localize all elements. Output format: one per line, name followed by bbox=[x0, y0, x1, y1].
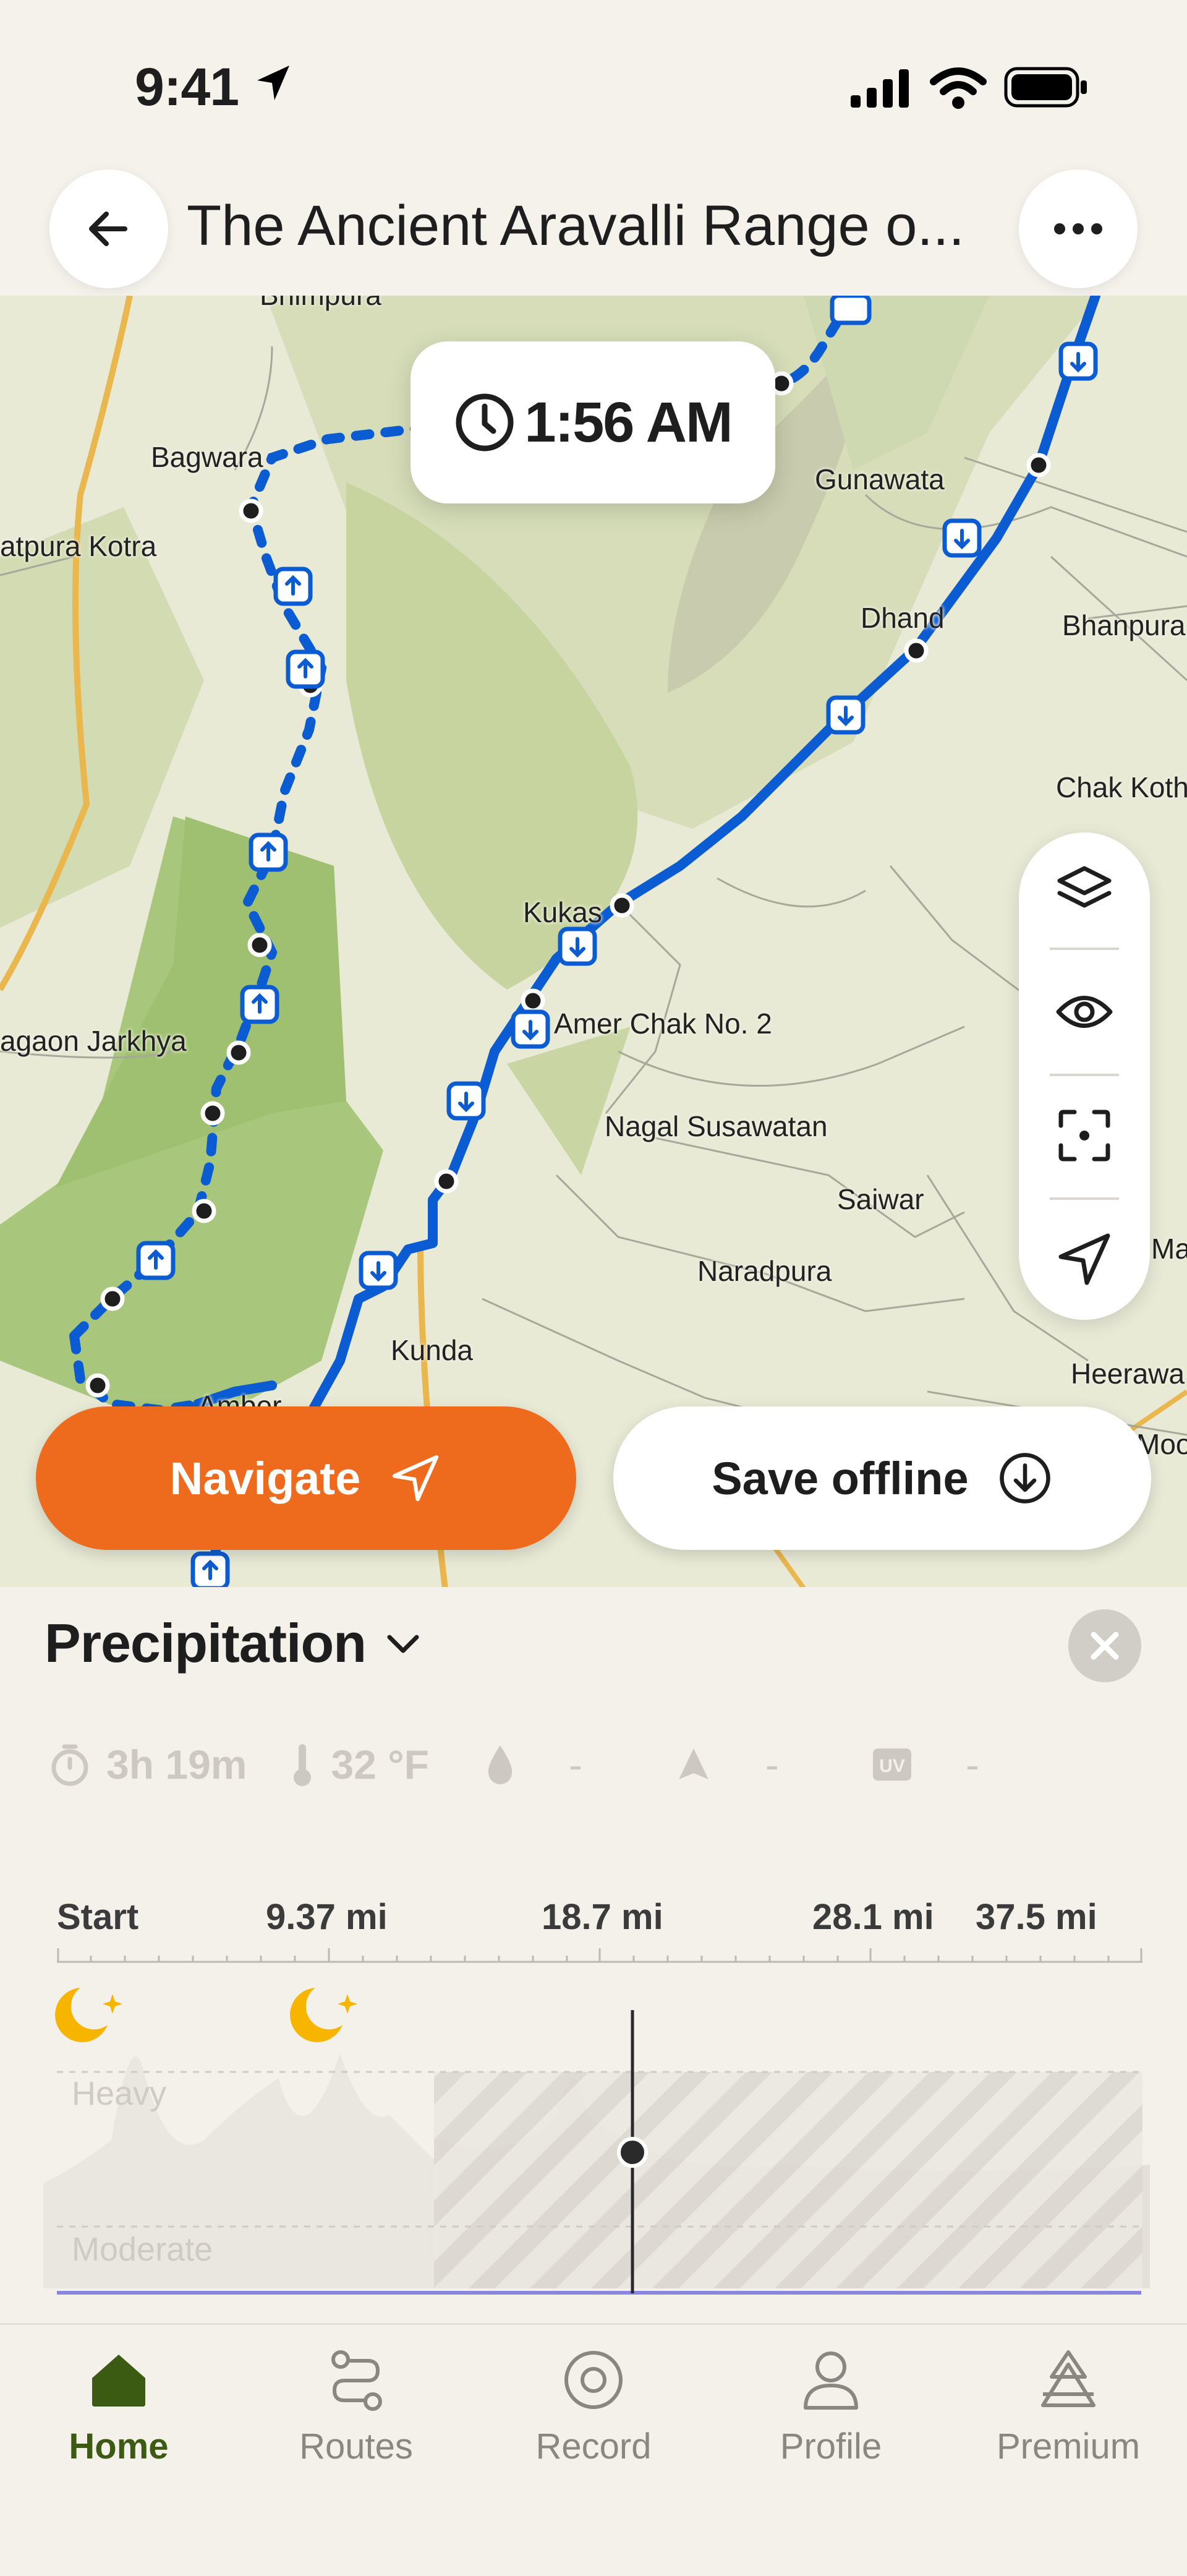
wind-stat: - bbox=[675, 1741, 779, 1788]
tab-home[interactable]: Home bbox=[0, 2332, 237, 2480]
wifi-icon bbox=[930, 67, 987, 109]
map-place-label: Kukas bbox=[523, 896, 602, 928]
save-offline-button[interactable]: Save offline bbox=[613, 1406, 1151, 1550]
clock-icon bbox=[456, 393, 514, 451]
tab-label: Premium bbox=[996, 2426, 1141, 2467]
map-place-label: Gunawata bbox=[815, 463, 945, 495]
navigate-button[interactable]: Navigate bbox=[36, 1406, 576, 1550]
tab-label: Record bbox=[535, 2426, 652, 2467]
map-place-label: Dhand bbox=[861, 602, 945, 634]
layers-button[interactable] bbox=[1019, 832, 1150, 944]
wind-arrow-icon bbox=[678, 1748, 708, 1779]
tab-label: Profile bbox=[780, 2426, 882, 2467]
more-button[interactable] bbox=[1019, 169, 1138, 288]
map-tools bbox=[1019, 832, 1150, 1320]
moon-stars-icon bbox=[55, 1988, 122, 2042]
download-circle-icon bbox=[999, 1453, 1050, 1504]
back-button[interactable] bbox=[49, 169, 168, 288]
uv-stat: UV - bbox=[872, 1741, 979, 1788]
close-panel-button[interactable] bbox=[1068, 1609, 1141, 1682]
droplet-icon bbox=[488, 1745, 513, 1784]
tab-label: Home bbox=[69, 2426, 169, 2467]
precipitation-stat: - bbox=[485, 1741, 582, 1788]
focus-frame-icon bbox=[1058, 1110, 1110, 1162]
save-offline-button-label: Save offline bbox=[712, 1452, 969, 1504]
eye-icon bbox=[1056, 996, 1113, 1028]
temperature-value: 32 °F bbox=[331, 1742, 429, 1787]
distance-label: 18.7 mi bbox=[542, 1897, 663, 1937]
thermometer-icon bbox=[294, 1744, 312, 1786]
time-pill-text: 1:56 AM bbox=[524, 390, 733, 454]
map-place-label: Bhanpura bbox=[1062, 609, 1186, 641]
tab-label: Routes bbox=[299, 2426, 413, 2467]
precipitation-value: - bbox=[568, 1742, 582, 1787]
chevron-down-icon bbox=[387, 1635, 419, 1653]
signal-icon bbox=[851, 69, 909, 108]
layers-icon bbox=[1057, 866, 1112, 908]
more-horizontal-icon bbox=[1054, 223, 1102, 234]
tab-record[interactable]: Record bbox=[475, 2332, 712, 2480]
visibility-button[interactable] bbox=[1019, 956, 1150, 1068]
wind-value: - bbox=[765, 1742, 779, 1787]
distance-ruler bbox=[57, 1948, 1142, 1963]
duration-stat: 3h 19m bbox=[49, 1741, 247, 1788]
weather-metric-selector[interactable]: Precipitation bbox=[45, 1612, 422, 1675]
map-place-label: Nagal Susawatan bbox=[605, 1110, 828, 1142]
profile-icon bbox=[804, 2351, 858, 2410]
tab-routes[interactable]: Routes bbox=[237, 2332, 475, 2480]
duration-value: 3h 19m bbox=[106, 1742, 247, 1787]
page-title: The Ancient Aravalli Range o... bbox=[187, 194, 965, 257]
stopwatch-icon bbox=[51, 1744, 88, 1786]
uv-icon: UV bbox=[872, 1748, 911, 1781]
battery-icon bbox=[1004, 67, 1087, 108]
temperature-stat: 32 °F bbox=[290, 1741, 429, 1788]
home-icon bbox=[92, 2355, 145, 2407]
map-place-label: Amer Chak No. 2 bbox=[554, 1008, 772, 1040]
arrow-left-icon bbox=[89, 212, 127, 246]
map-place-label: Heerawa bbox=[1071, 1358, 1185, 1390]
moon-stars-icon bbox=[290, 1988, 357, 2042]
navigation-arrow-icon bbox=[393, 1455, 439, 1502]
svg-text:UV: UV bbox=[879, 1756, 905, 1776]
tab-premium[interactable]: Premium bbox=[950, 2332, 1187, 2480]
map-place-label: Saiwar bbox=[837, 1183, 924, 1215]
map-place-label: agaon Jarkhya bbox=[0, 1025, 187, 1057]
distance-label-start: Start bbox=[57, 1897, 139, 1937]
distance-label: 28.1 mi bbox=[812, 1897, 934, 1937]
map-place-label: Naradpura bbox=[697, 1255, 832, 1287]
level-label-heavy: Heavy bbox=[72, 2075, 167, 2112]
map-place-label: Chak Koth bbox=[1056, 771, 1187, 803]
weather-stats: 3h 19m 32 °F - - UV - bbox=[49, 1737, 979, 1792]
uv-value: - bbox=[965, 1742, 979, 1787]
recenter-button[interactable] bbox=[1019, 1080, 1150, 1191]
level-label-moderate: Moderate bbox=[72, 2231, 213, 2268]
distance-label: 9.37 mi bbox=[266, 1897, 388, 1937]
tab-profile[interactable]: Profile bbox=[712, 2332, 950, 2480]
map-place-label: Bhimpura bbox=[260, 296, 381, 312]
routes-icon bbox=[331, 2350, 382, 2411]
map-place-label: Bagwara bbox=[151, 441, 263, 473]
record-icon bbox=[564, 2351, 623, 2409]
map-place-label: Kunda bbox=[391, 1334, 474, 1366]
status-time: 9:41 bbox=[135, 58, 239, 117]
location-arrow-icon bbox=[257, 66, 289, 100]
locate-button[interactable] bbox=[1019, 1204, 1150, 1315]
close-icon bbox=[1091, 1632, 1119, 1660]
distance-label-end: 37.5 mi bbox=[976, 1897, 1097, 1937]
navigation-arrow-icon bbox=[1058, 1233, 1110, 1285]
map-place-label: Mal bbox=[1151, 1233, 1187, 1265]
premium-icon bbox=[1041, 2350, 1096, 2407]
time-pill[interactable]: 1:56 AM bbox=[411, 341, 775, 503]
navigate-button-label: Navigate bbox=[169, 1452, 361, 1504]
weather-panel-title: Precipitation bbox=[45, 1612, 367, 1674]
map-place-label: atpura Kotra bbox=[0, 530, 157, 562]
